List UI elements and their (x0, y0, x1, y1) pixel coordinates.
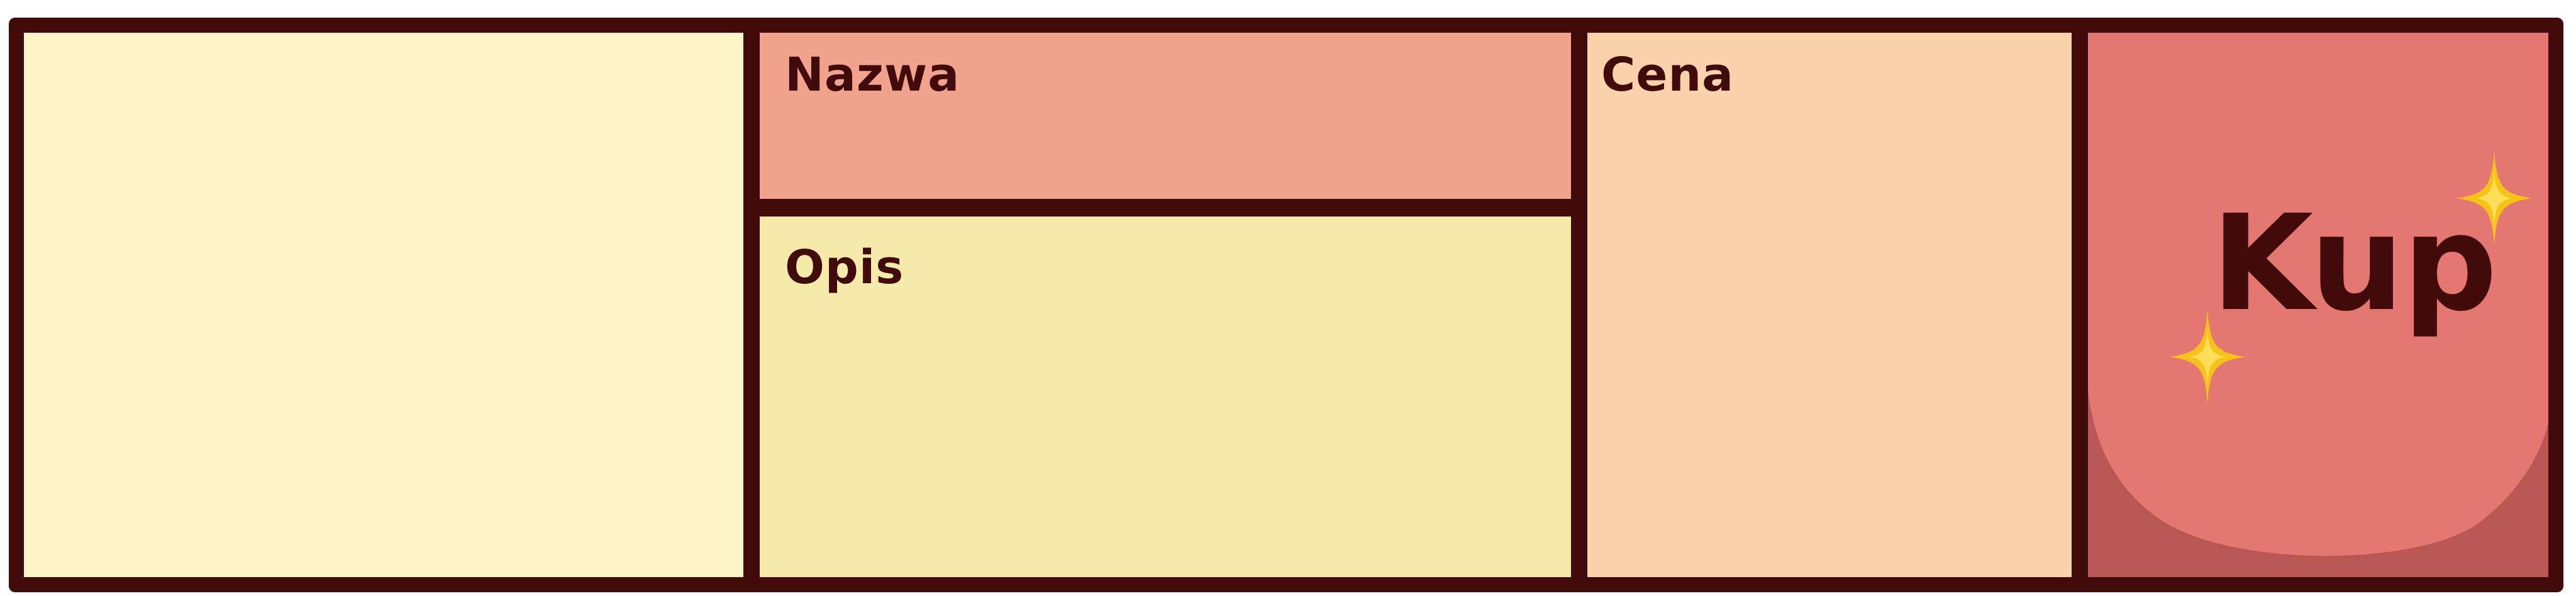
sparkle-icon (2170, 310, 2245, 404)
product-name-field: Nazwa (760, 33, 1571, 199)
buy-button[interactable]: Kup (2088, 33, 2548, 577)
product-description-field: Opis (760, 216, 1571, 577)
product-price-label: Cena (1601, 48, 1735, 102)
product-image-placeholder (24, 33, 743, 577)
product-description-label: Opis (785, 240, 904, 295)
buy-button-label: Kup (2211, 186, 2497, 340)
product-price-field: Cena (1587, 33, 2072, 577)
sparkle-icon (2457, 151, 2532, 245)
product-name-label: Nazwa (785, 48, 960, 102)
product-card-layout: Nazwa Opis Cena Kup (9, 18, 2563, 592)
